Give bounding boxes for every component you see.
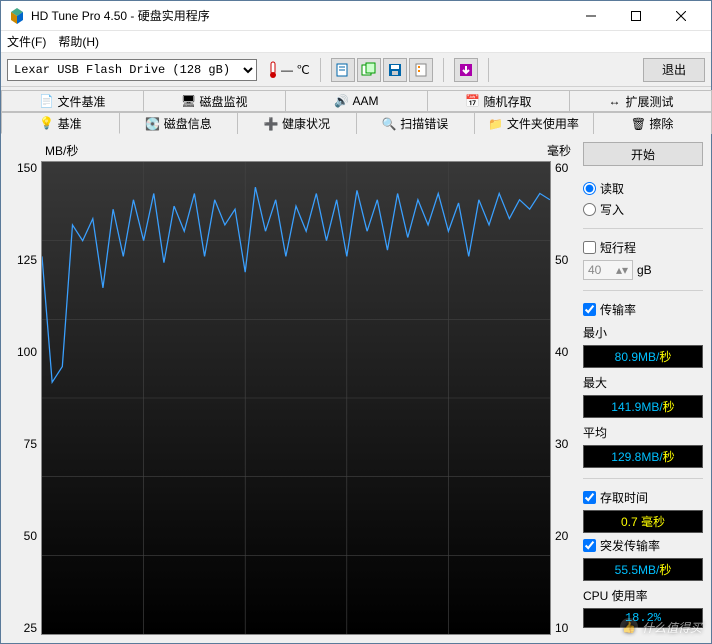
drive-select[interactable]: Lexar USB Flash Drive (128 gB) (7, 59, 257, 81)
benchmark-plot (41, 161, 551, 635)
side-panel: 开始 读取 写入 短行程 40▴▾ gB 传输率 最小 80.9MB/秒 最大 … (583, 142, 703, 635)
cpu-label: CPU 使用率 (583, 587, 703, 604)
radio-write[interactable]: 写入 (583, 201, 703, 218)
menu-help[interactable]: 帮助(H) (58, 33, 99, 50)
tab-erase[interactable]: 🗑擦除 (593, 112, 712, 134)
folder-icon: 📁 (489, 117, 503, 131)
separator (488, 58, 489, 82)
exit-button[interactable]: 退出 (643, 58, 705, 82)
tab-file-benchmark[interactable]: 📄文件基准 (1, 90, 144, 112)
window-controls (568, 2, 703, 30)
copy-info-button[interactable] (331, 58, 355, 82)
tab-row-back: 📄文件基准 🖥磁盘监视 🔊AAM 📅随机存取 ↔扩展测试 (1, 90, 711, 112)
max-value: 141.9MB/秒 (583, 395, 703, 418)
access-value: 0.7 毫秒 (583, 510, 703, 533)
avg-label: 平均 (583, 424, 703, 441)
max-label: 最大 (583, 374, 703, 391)
disks-icon: 💽 (146, 117, 160, 131)
chart-panel: MB/秒 毫秒 150 125 100 75 50 25 (9, 142, 575, 635)
check-access-time[interactable]: 存取时间 (583, 489, 703, 506)
y-left-label: MB/秒 (45, 142, 78, 159)
thermometer-icon (267, 61, 279, 79)
calendar-icon: 📅 (465, 94, 479, 108)
tab-row-front: 💡基准 💽磁盘信息 ➕健康状况 🔍扫描错误 📁文件夹使用率 🗑擦除 (1, 112, 711, 134)
save-result-button[interactable] (454, 58, 478, 82)
health-icon: ➕ (264, 117, 278, 131)
menu-file[interactable]: 文件(F) (7, 33, 46, 50)
speaker-icon: 🔊 (334, 94, 348, 108)
tab-benchmark[interactable]: 💡基准 (1, 112, 120, 134)
trash-icon: 🗑 (631, 117, 645, 131)
bulb-icon: 💡 (40, 116, 54, 130)
y-axis-right: 60 50 40 30 20 10 (551, 161, 575, 635)
start-button[interactable]: 开始 (583, 142, 703, 166)
options-button[interactable] (409, 58, 433, 82)
menubar: 文件(F) 帮助(H) (1, 31, 711, 53)
thumb-icon: 👍 (620, 618, 638, 636)
content-area: MB/秒 毫秒 150 125 100 75 50 25 (1, 134, 711, 643)
tab-container: 📄文件基准 🖥磁盘监视 🔊AAM 📅随机存取 ↔扩展测试 💡基准 💽磁盘信息 ➕… (1, 87, 711, 134)
toolbar: Lexar USB Flash Drive (128 gB) — ℃ 退出 (1, 53, 711, 87)
app-icon (9, 8, 25, 24)
titlebar: HD Tune Pro 4.50 - 硬盘实用程序 (1, 1, 711, 31)
tab-folder-usage[interactable]: 📁文件夹使用率 (474, 112, 594, 134)
y-right-label: 毫秒 (547, 142, 571, 159)
window-title: HD Tune Pro 4.50 - 硬盘实用程序 (31, 7, 568, 24)
check-short-stroke[interactable]: 短行程 (583, 239, 703, 256)
tab-aam[interactable]: 🔊AAM (285, 90, 428, 112)
app-window: HD Tune Pro 4.50 - 硬盘实用程序 文件(F) 帮助(H) Le… (0, 0, 712, 644)
temperature-display: — ℃ (267, 61, 310, 79)
maximize-button[interactable] (613, 2, 658, 30)
short-stroke-spinner: 40▴▾ (583, 260, 633, 280)
min-label: 最小 (583, 324, 703, 341)
radio-read[interactable]: 读取 (583, 180, 703, 197)
tab-error-scan[interactable]: 🔍扫描错误 (356, 112, 475, 134)
check-burst[interactable]: 突发传输率 (583, 537, 703, 554)
watermark: 👍 什么值得买 (620, 618, 702, 636)
avg-value: 129.8MB/秒 (583, 445, 703, 468)
check-transfer-rate[interactable]: 传输率 (583, 301, 703, 318)
separator (443, 58, 444, 82)
tab-info[interactable]: 💽磁盘信息 (119, 112, 238, 134)
y-axis-left: 150 125 100 75 50 25 (9, 161, 41, 635)
min-value: 80.9MB/秒 (583, 345, 703, 368)
monitor-icon: 🖥 (181, 94, 195, 108)
separator (320, 58, 321, 82)
tab-health[interactable]: ➕健康状况 (237, 112, 356, 134)
arrows-icon: ↔ (607, 94, 621, 108)
tab-extra-tests[interactable]: ↔扩展测试 (569, 90, 712, 112)
search-icon: 🔍 (382, 117, 396, 131)
close-button[interactable] (658, 2, 703, 30)
doc-icon: 📄 (39, 94, 53, 108)
copy-screenshot-button[interactable] (357, 58, 381, 82)
tab-random-access[interactable]: 📅随机存取 (427, 90, 570, 112)
save-button[interactable] (383, 58, 407, 82)
minimize-button[interactable] (568, 2, 613, 30)
tab-disk-monitor[interactable]: 🖥磁盘监视 (143, 90, 286, 112)
burst-value: 55.5MB/秒 (583, 558, 703, 581)
